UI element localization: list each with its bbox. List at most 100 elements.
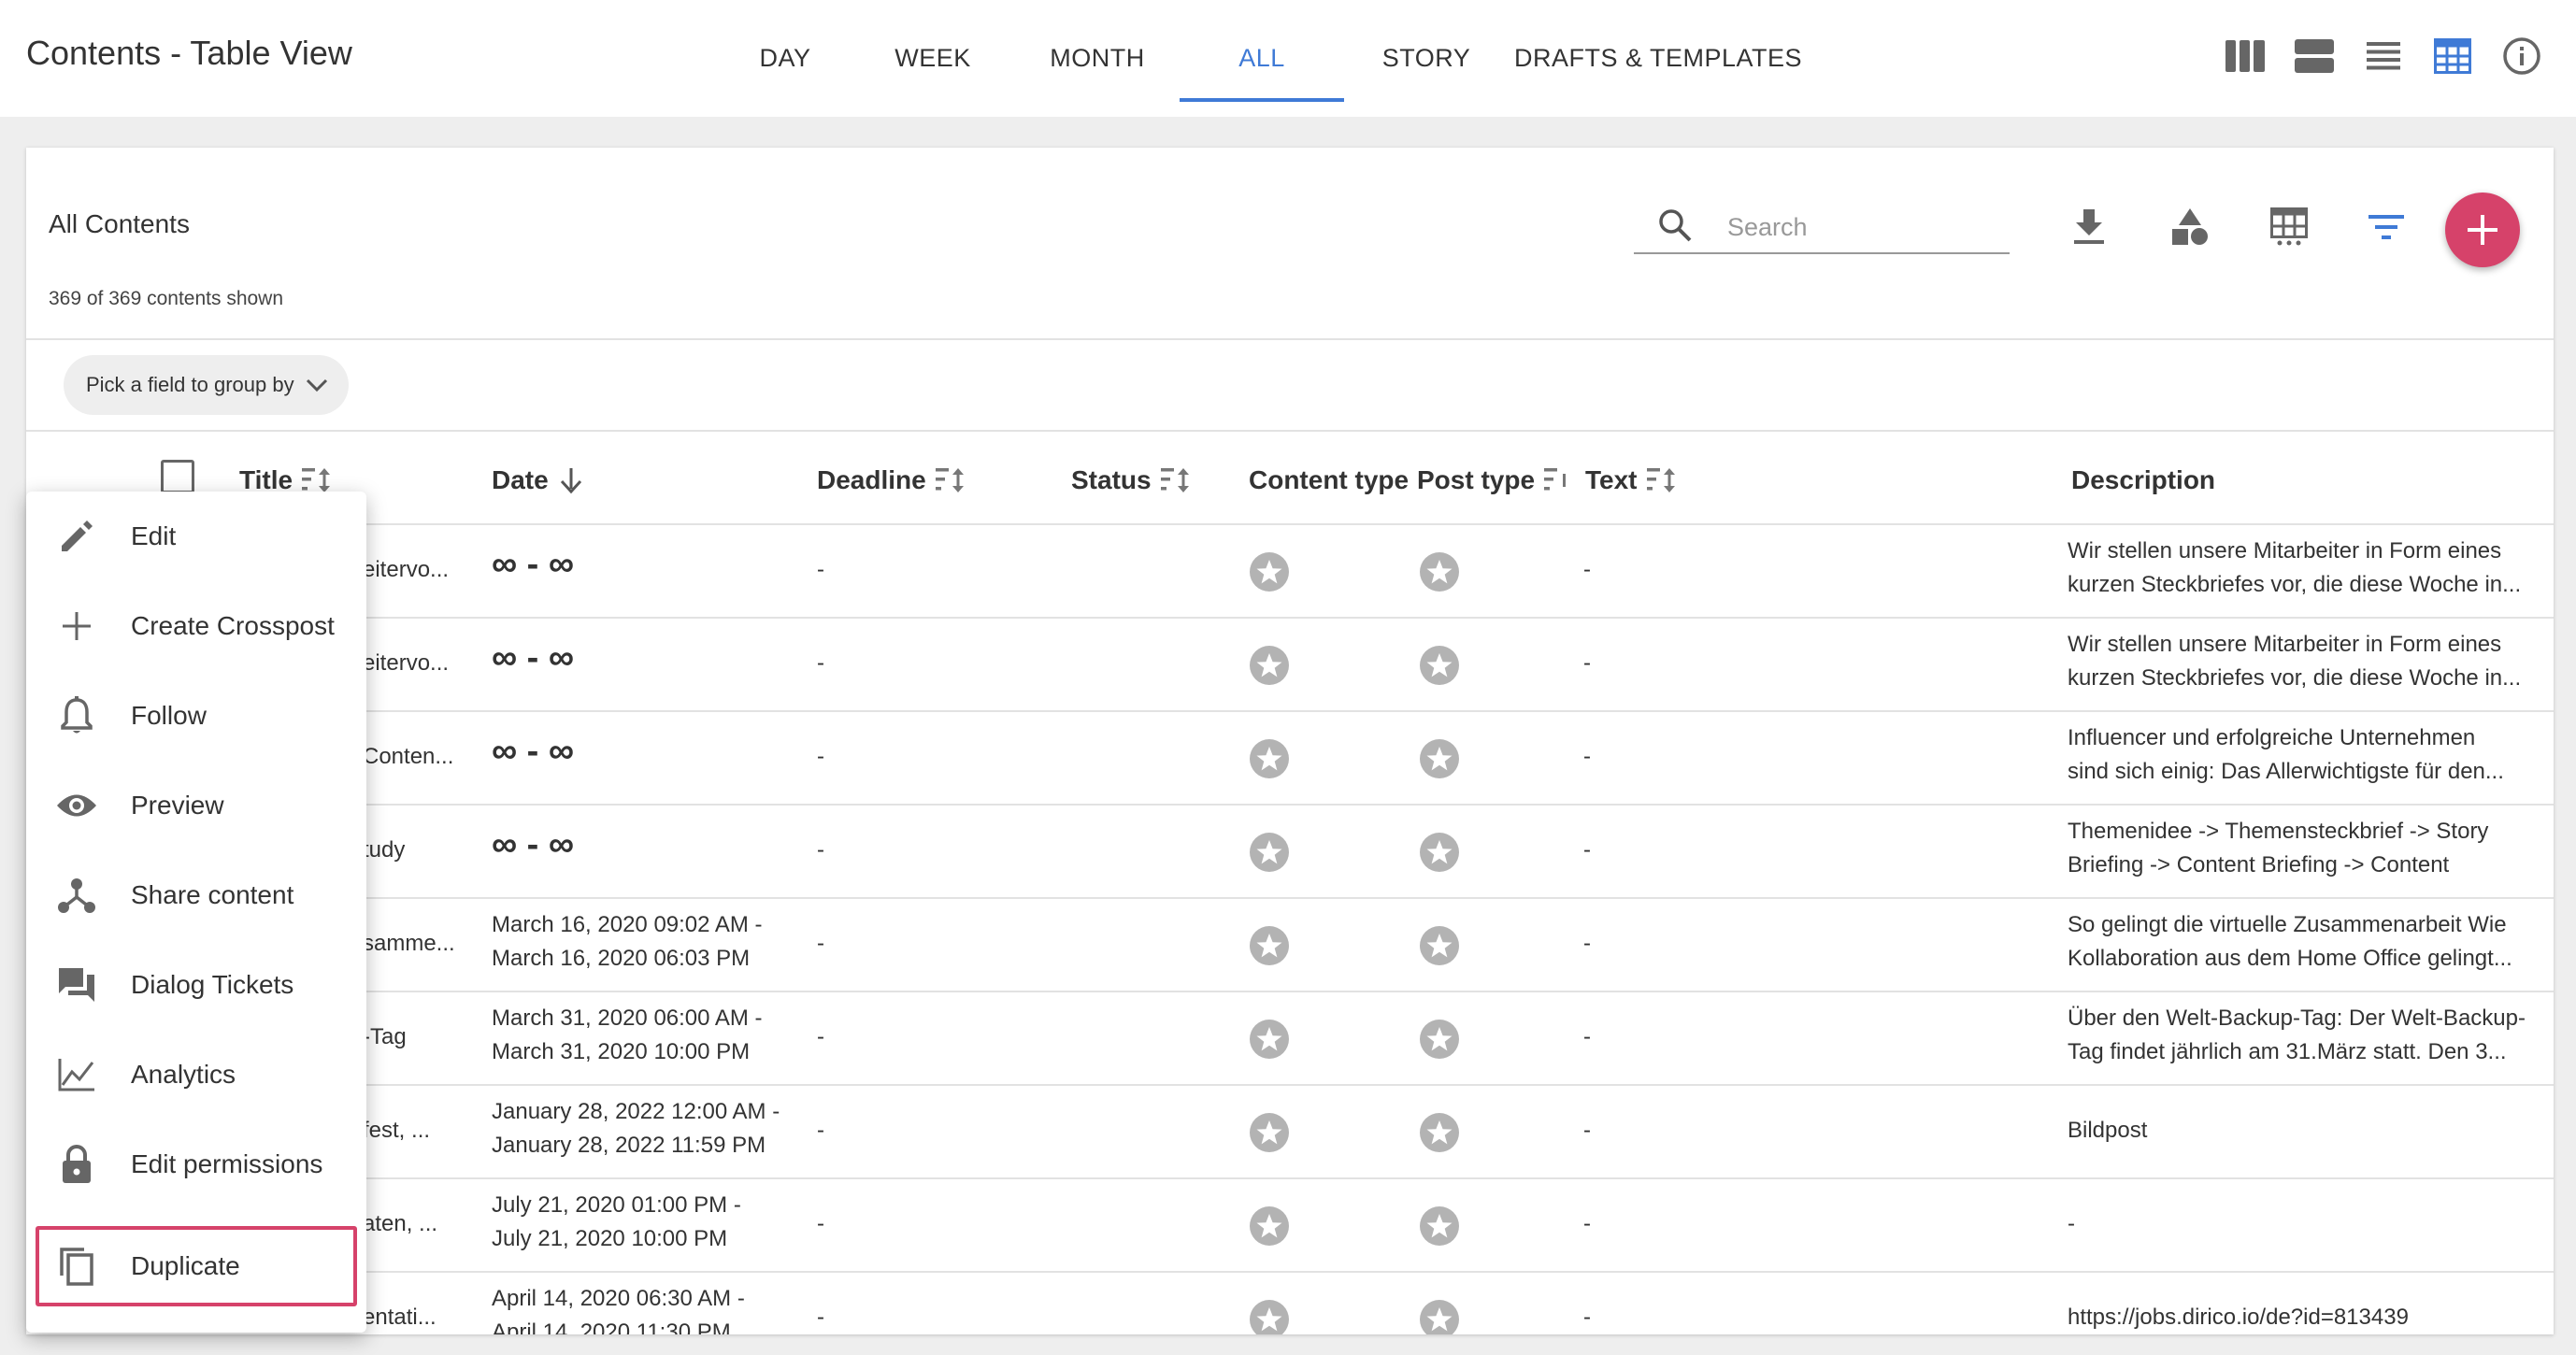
select-all-checkbox[interactable] (161, 460, 194, 493)
table-row[interactable]: fest, ... January 28, 2022 12:00 AM - Janu… (26, 1084, 2554, 1177)
bell-icon (54, 693, 99, 738)
row-title[interactable]: -Tag (363, 1020, 465, 1054)
row-title[interactable]: aten, ... (363, 1207, 465, 1241)
group-divider (26, 430, 2554, 432)
column-content-type-label: Content type (1249, 465, 1410, 494)
menu-item-preview[interactable]: Preview (26, 761, 366, 850)
row-description: Themenidee -> Themensteckbrief -> Story B… (2068, 815, 2535, 882)
search-icon (1656, 207, 1705, 249)
tab-month[interactable]: MONTH (1015, 0, 1180, 117)
content-type-star-icon (1249, 551, 1290, 592)
post-type-star-icon (1419, 551, 1460, 592)
row-date: July 21, 2020 01:00 PM - July 21, 2020 10… (492, 1189, 809, 1256)
post-type-star-icon (1419, 1299, 1460, 1334)
tab-all[interactable]: ALL (1180, 0, 1344, 117)
tab-drafts-templates[interactable]: DRAFTS & TEMPLATES (1509, 0, 1808, 117)
row-description-line: Tag findet jährlich am 31.März statt. De… (2068, 1039, 2507, 1064)
group-by-chip[interactable]: Pick a field to group by (64, 355, 349, 415)
column-header-status[interactable]: Status (1071, 458, 1193, 503)
post-type-star-icon (1419, 738, 1460, 779)
row-title[interactable]: eitervo... (363, 553, 465, 587)
filter-icon[interactable] (2363, 204, 2410, 250)
row-description: https://jobs.dirico.io/de?id=813439 (2068, 1301, 2535, 1334)
row-text: - (1583, 1305, 1591, 1330)
menu-item-duplicate[interactable]: Duplicate (36, 1226, 357, 1306)
search-input[interactable] (1727, 212, 2008, 242)
row-deadline: - (817, 1211, 824, 1236)
row-date-end: April 14, 2020 11:30 PM (492, 1319, 731, 1334)
row-description-line: kurzen Steckbriefes vor, die diese Woche… (2068, 572, 2522, 597)
column-description-label: Description (2071, 465, 2216, 494)
row-context-menu: Edit Create Crosspost Follow Preview Sha… (26, 492, 366, 1333)
table-row[interactable]: eitervo... ∞ - ∞ - - Wir stellen unsere Mita… (26, 523, 2554, 617)
view-tabs: DAY WEEK MONTH ALL STORY DRAFTS & TEMPLA… (720, 0, 1808, 117)
row-deadline: - (817, 931, 824, 956)
split-view-icon[interactable] (2294, 36, 2335, 77)
list-view-icon[interactable] (2363, 36, 2404, 77)
arrow-down-icon (560, 468, 581, 494)
content-type-star-icon (1249, 1299, 1290, 1334)
info-icon[interactable] (2501, 36, 2542, 77)
row-date: March 31, 2020 06:00 AM - March 31, 2020 … (492, 1002, 809, 1069)
column-header-description[interactable]: Description (2071, 458, 2215, 503)
add-content-button[interactable] (2445, 193, 2520, 267)
sort-icon (1544, 468, 1567, 491)
row-deadline: - (817, 1118, 824, 1143)
row-description-line: Influencer und erfolgreiche Unternehmen (2068, 725, 2476, 750)
tab-day[interactable]: DAY (720, 0, 851, 117)
row-title[interactable]: entati... (363, 1301, 465, 1334)
menu-item-follow[interactable]: Follow (26, 671, 366, 761)
shapes-icon[interactable] (2167, 204, 2213, 250)
row-date: March 16, 2020 09:02 AM - March 16, 2020 … (492, 908, 809, 976)
row-date-start: July 21, 2020 01:00 PM - (492, 1192, 741, 1218)
column-header-text[interactable]: Text (1585, 458, 1679, 503)
row-text: - (1583, 557, 1591, 582)
row-title[interactable]: samme... (363, 927, 465, 961)
download-icon[interactable] (2066, 204, 2112, 250)
tab-week[interactable]: WEEK (851, 0, 1015, 117)
row-description: Wir stellen unsere Mitarbeiter in Form e… (2068, 628, 2535, 695)
menu-item-analytics[interactable]: Analytics (26, 1030, 366, 1120)
row-title[interactable]: Conten... (363, 740, 465, 774)
contents-table-card: All Contents 369 of 369 contents shown P… (26, 148, 2554, 1334)
sort-icon (1646, 468, 1675, 492)
menu-item-share-content[interactable]: Share content (26, 850, 366, 940)
chart-line-icon (54, 1052, 99, 1097)
tab-story[interactable]: STORY (1344, 0, 1509, 117)
table-row[interactable]: aten, ... July 21, 2020 01:00 PM - July 21… (26, 1177, 2554, 1271)
row-date: ∞ - ∞ (492, 732, 574, 771)
table-view-icon[interactable] (2432, 36, 2473, 77)
table-row[interactable]: eitervo... ∞ - ∞ - - Wir stellen unsere Mita… (26, 617, 2554, 710)
table-row[interactable]: samme... March 16, 2020 09:02 AM - March 1… (26, 897, 2554, 991)
column-settings-icon[interactable] (2266, 204, 2312, 250)
column-header-deadline[interactable]: Deadline (817, 458, 967, 503)
menu-item-edit-permissions[interactable]: Edit permissions (26, 1120, 366, 1209)
row-text: - (1583, 837, 1591, 863)
row-description: Wir stellen unsere Mitarbeiter in Form e… (2068, 535, 2535, 602)
column-header-date[interactable]: Date (492, 458, 584, 503)
row-title[interactable]: fest, ... (363, 1114, 465, 1148)
columns-view-icon[interactable] (2225, 36, 2266, 77)
row-title[interactable]: eitervo... (363, 647, 465, 680)
content-type-star-icon (1249, 645, 1290, 686)
menu-item-edit[interactable]: Edit (26, 492, 366, 581)
card-title: All Contents (49, 209, 190, 238)
table-row[interactable]: tudy ∞ - ∞ - - Themenidee -> Themensteckbrie… (26, 804, 2554, 897)
table-row[interactable]: entati... April 14, 2020 06:30 AM - April … (26, 1271, 2554, 1334)
group-by-label: Pick a field to group by (86, 373, 294, 396)
row-text: - (1583, 1024, 1591, 1049)
row-deadline: - (817, 557, 824, 582)
row-date-start: April 14, 2020 06:30 AM - (492, 1286, 745, 1311)
menu-item-dialog-tickets[interactable]: Dialog Tickets (26, 940, 366, 1030)
menu-item-create-crosspost[interactable]: Create Crosspost (26, 581, 366, 671)
row-date-start: March 16, 2020 09:02 AM - (492, 912, 763, 937)
row-title[interactable]: tudy (363, 834, 465, 867)
chat-icon (54, 963, 99, 1007)
row-description-line: kurzen Steckbriefes vor, die diese Woche… (2068, 665, 2522, 691)
column-header-post-type[interactable]: Post type (1417, 458, 1567, 503)
column-header-content-type[interactable]: Content type (1249, 458, 1409, 503)
table-row[interactable]: Conten... ∞ - ∞ - - Influencer und erfolgrei… (26, 710, 2554, 804)
row-date: ∞ - ∞ (492, 638, 574, 678)
table-row[interactable]: -Tag March 31, 2020 06:00 AM - March 31, 2… (26, 991, 2554, 1084)
pencil-icon (54, 514, 99, 559)
